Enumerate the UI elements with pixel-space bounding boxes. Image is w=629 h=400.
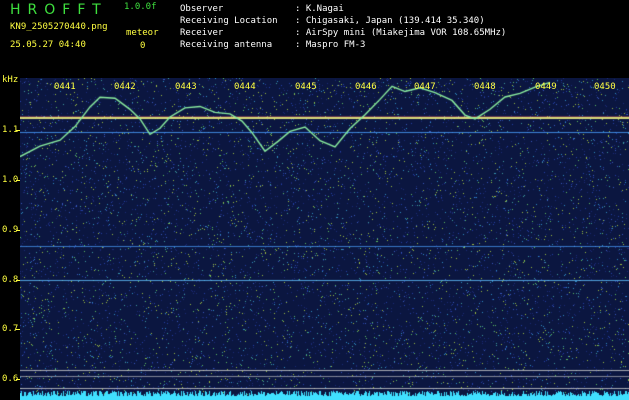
receiver-value: : AirSpy mini (Miakejima VOR 108.65MHz) [295,28,507,38]
observer-label: Observer [180,4,224,14]
antenna-label: Receiving antenna [180,40,273,50]
observation-datetime: 25.05.27 04:40 [10,40,86,50]
antenna-value: : Maspro FM-3 [295,40,366,50]
x-tick-label: 0444 [234,82,256,92]
x-tick-label: 0441 [54,82,76,92]
x-tick-label: 0448 [474,82,496,92]
meteor-count-label: meteor [126,28,159,38]
x-tick-label: 0450 [594,82,616,92]
x-tick-label: 0446 [355,82,377,92]
app-brand: HROFFT [10,2,108,18]
receiver-label: Receiver [180,28,224,38]
image-filename: KN9_2505270440.png [10,22,108,32]
app-version: 1.0.0f [124,2,157,12]
y-axis-unit: kHz [2,75,19,85]
header-panel: HROFFT 1.0.0f KN9_2505270440.png 25.05.2… [0,0,629,78]
x-tick-label: 0442 [114,82,136,92]
observer-value: : K.Nagai [295,4,344,14]
location-value: : Chigasaki, Japan (139.414 35.340) [295,16,485,26]
location-label: Receiving Location [180,16,278,26]
x-tick-label: 0449 [535,82,557,92]
meteor-count: 0 [140,41,146,51]
x-tick-label: 0447 [414,82,436,92]
x-tick-label: 0443 [175,82,197,92]
spectrogram-plot [20,78,629,400]
x-tick-label: 0445 [295,82,317,92]
